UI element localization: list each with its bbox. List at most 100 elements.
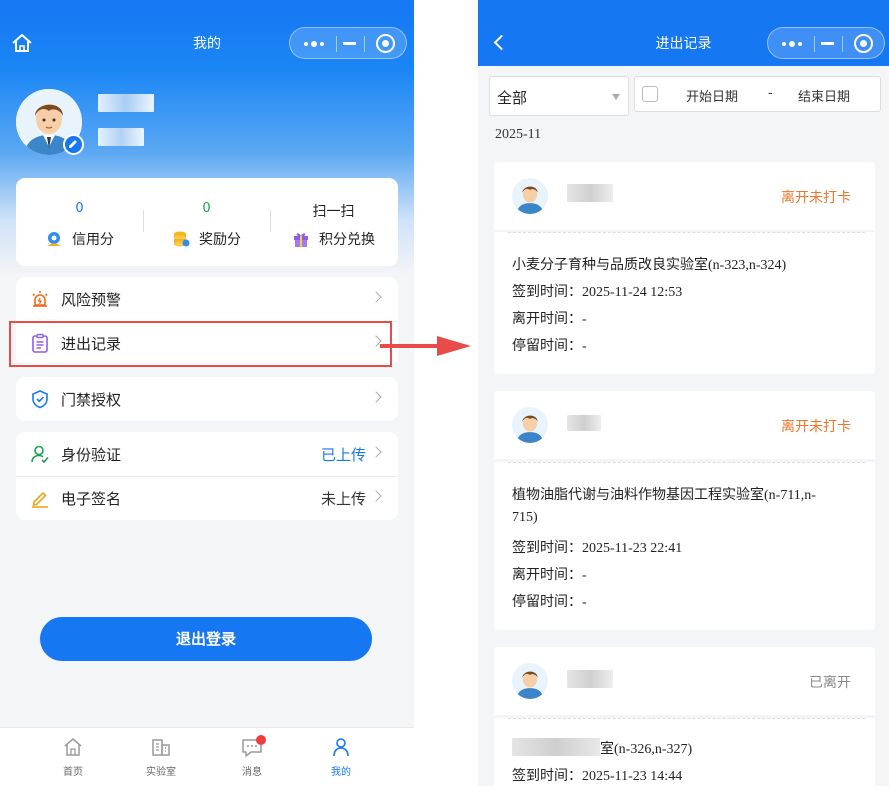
credit-score-stat[interactable]: 0 信用分: [16, 178, 143, 266]
tab-messages[interactable]: 消息: [207, 728, 297, 786]
stay-duration: -: [582, 339, 587, 354]
tab-mine[interactable]: 我的: [296, 728, 386, 786]
record-lab: 小麦分子育种与品质改良实验室(n-323,n-324): [512, 258, 787, 273]
menu-risk-warning[interactable]: 风险预警: [16, 277, 398, 321]
tab-home[interactable]: 首页: [28, 728, 118, 786]
status-filter-value: 全部: [497, 89, 528, 107]
points-exchange-label: 积分兑换: [319, 232, 375, 248]
username-redacted: [98, 94, 154, 112]
minimize-icon[interactable]: [821, 42, 834, 45]
checkin-label: 签到时间：: [512, 284, 582, 300]
close-miniprogram-icon[interactable]: [376, 34, 395, 53]
record-card-body[interactable]: 植物油脂代谢与油料作物基因工程实验室(n-711,n- 715) 签到时间：20…: [494, 462, 875, 630]
edit-profile-icon[interactable]: [63, 134, 84, 155]
tab-messages-label: 消息: [242, 767, 262, 778]
record-status: 离开未打卡: [781, 419, 851, 435]
gift-icon: [294, 233, 308, 247]
date-separator: -: [768, 86, 773, 101]
chevron-right-icon: [370, 291, 382, 303]
name-redacted: [567, 415, 601, 431]
reward-score-label: 奖励分: [199, 232, 241, 248]
name-redacted: [567, 670, 613, 688]
chevron-right-icon: [370, 391, 382, 403]
close-miniprogram-icon[interactable]: [854, 34, 873, 53]
menu-door-auth[interactable]: 门禁授权: [16, 377, 398, 421]
record-status: 已离开: [809, 675, 851, 691]
alarm-icon: [32, 291, 48, 307]
miniprogram-capsule[interactable]: [767, 27, 885, 59]
logout-button[interactable]: 退出登录: [40, 617, 372, 661]
risk-warning-label: 风险预警: [61, 291, 122, 309]
dropdown-arrow-icon: [612, 94, 620, 100]
e-signature-label: 电子签名: [61, 490, 122, 508]
user-tab-icon: [333, 738, 349, 757]
menu-card-identity: 身份验证 已上传 电子签名 未上传: [16, 432, 398, 520]
user-info-redacted: [98, 128, 144, 146]
annotation-arrow-line: [380, 344, 440, 348]
home-tab-icon: [64, 738, 82, 756]
tab-lab-label: 实验室: [146, 767, 176, 778]
record-lab: 植物油脂代谢与油料作物基因工程实验室(n-711,n-: [512, 488, 816, 503]
access-records-screen: 进出记录 全部 开始日期 - 结束日期 2025-11 离开未打卡 小麦分子育种…: [478, 0, 889, 786]
record-lab-continued: 715): [512, 510, 538, 525]
signature-pen-icon: [32, 491, 48, 508]
avatar: [512, 663, 548, 699]
leave-label: 离开时间：: [512, 311, 582, 327]
start-date-field[interactable]: 开始日期: [686, 86, 738, 105]
checkin-label: 签到时间：: [512, 540, 582, 556]
lab-name-redacted: [512, 738, 600, 756]
scan-label[interactable]: 扫一扫: [270, 201, 397, 221]
door-auth-label: 门禁授权: [61, 391, 122, 409]
menu-card-door: 门禁授权: [16, 377, 398, 421]
chevron-right-icon: [370, 490, 382, 502]
more-icon[interactable]: [304, 41, 326, 47]
end-date-field[interactable]: 结束日期: [798, 86, 850, 105]
reward-score-value: 0: [202, 201, 211, 216]
points-exchange-stat[interactable]: 扫一扫 积分兑换: [270, 178, 397, 266]
avatar: [512, 178, 548, 214]
record-card-body[interactable]: 室(n-326,n-327) 签到时间：2025-11-23 14:44: [494, 718, 875, 786]
tab-home-label: 首页: [63, 767, 83, 778]
miniprogram-capsule[interactable]: [289, 27, 407, 59]
shield-check-icon: [32, 390, 48, 409]
tab-bar: 首页 实验室 消息 我的: [0, 727, 414, 786]
coins-icon: [174, 231, 190, 247]
more-icon[interactable]: [782, 41, 804, 47]
menu-identity[interactable]: 身份验证 已上传: [16, 432, 398, 476]
credit-score-icon: [47, 232, 61, 246]
profile-screen: 我的 0 信用分 0 奖励分 扫一扫 积分兑换 风险预警 进出记录 门禁授权 身…: [0, 0, 414, 786]
e-signature-status: 未上传: [320, 490, 366, 508]
month-heading: 2025-11: [495, 127, 542, 142]
building-icon: [152, 739, 170, 756]
stay-label: 停留时间：: [512, 338, 582, 354]
checkin-label: 签到时间：: [512, 768, 582, 784]
record-card-header[interactable]: 离开未打卡: [494, 391, 875, 459]
unread-badge: [256, 735, 266, 745]
leave-label: 离开时间：: [512, 567, 582, 583]
chevron-right-icon: [370, 446, 382, 458]
calendar-icon: [642, 86, 658, 102]
avatar: [512, 407, 548, 443]
minimize-icon[interactable]: [343, 42, 356, 45]
name-redacted: [567, 184, 613, 202]
leave-time: -: [582, 312, 587, 327]
checkin-time: 2025-11-23 22:41: [582, 541, 683, 556]
record-card-body[interactable]: 小麦分子育种与品质改良实验室(n-323,n-324) 签到时间：2025-11…: [494, 232, 875, 374]
user-check-icon: [31, 445, 49, 464]
highlight-box: [9, 321, 392, 367]
record-card-header[interactable]: 已离开: [494, 647, 875, 715]
record-lab: 室(n-326,n-327): [600, 742, 693, 757]
status-filter-select[interactable]: 全部: [489, 76, 629, 116]
date-range-picker[interactable]: 开始日期 - 结束日期: [634, 76, 881, 112]
credit-score-label: 信用分: [72, 232, 114, 248]
annotation-arrow-head: [437, 336, 471, 356]
checkin-time: 2025-11-23 14:44: [582, 769, 683, 784]
stats-card: 0 信用分 0 奖励分 扫一扫 积分兑换: [16, 178, 398, 266]
identity-label: 身份验证: [61, 446, 122, 464]
reward-score-stat[interactable]: 0 奖励分: [143, 178, 270, 266]
record-card-header[interactable]: 离开未打卡: [494, 162, 875, 230]
stay-label: 停留时间：: [512, 594, 582, 610]
tab-lab[interactable]: 实验室: [116, 728, 206, 786]
menu-e-signature[interactable]: 电子签名 未上传: [16, 476, 398, 520]
leave-time: -: [582, 568, 587, 583]
